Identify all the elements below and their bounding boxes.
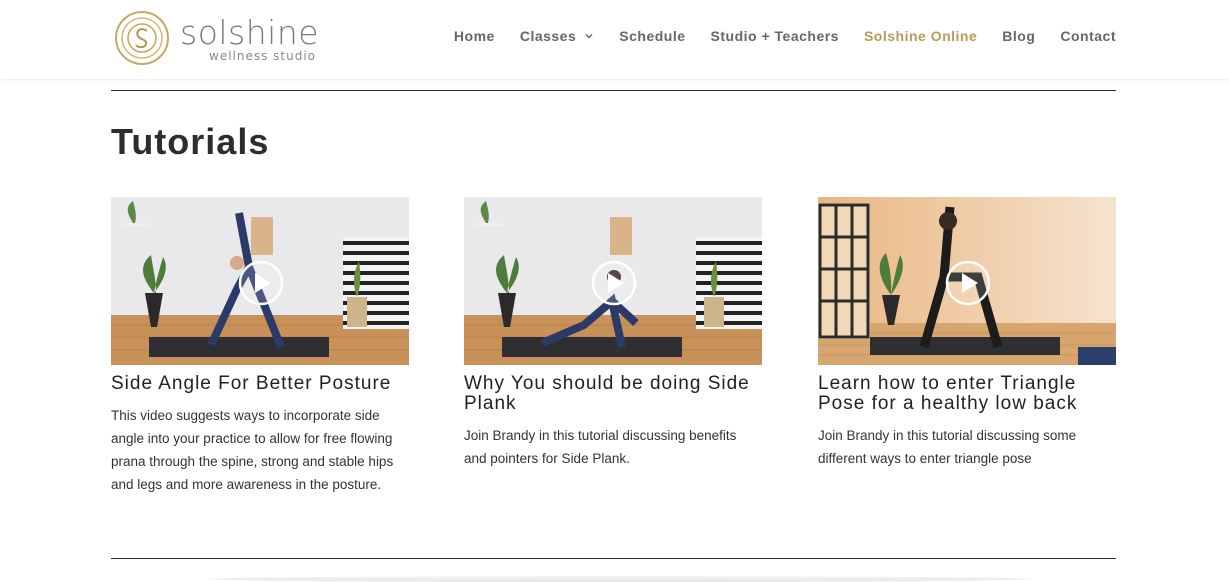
- tutorial-card: Side Angle For Better Posture This video…: [111, 197, 409, 496]
- nav-item-blog[interactable]: Blog: [1002, 28, 1035, 44]
- tutorial-description: This video suggests ways to incorporate …: [111, 408, 394, 492]
- logo[interactable]: solshine wellness studio: [114, 10, 344, 66]
- footer-shadow: [210, 576, 1030, 582]
- page-title: Tutorials: [111, 121, 270, 162]
- video-thumbnail[interactable]: [464, 197, 762, 365]
- nav-item-classes[interactable]: Classes: [520, 28, 594, 44]
- main-nav: Home Classes Schedule Studio + Teachers …: [429, 28, 1116, 44]
- nav-item-home[interactable]: Home: [454, 28, 495, 44]
- yoga-side-plank-image: [464, 197, 762, 365]
- video-thumbnail[interactable]: [111, 197, 409, 365]
- divider-top: [111, 90, 1116, 91]
- brand-tagline: wellness studio: [209, 49, 317, 63]
- yoga-side-angle-image: [111, 197, 409, 365]
- yoga-triangle-pose-image: [818, 197, 1116, 365]
- nav-item-contact[interactable]: Contact: [1060, 28, 1116, 44]
- tutorial-description: Join Brandy in this tutorial discussing …: [818, 428, 1077, 466]
- tutorial-title[interactable]: Why You should be doing Side Plank: [464, 374, 762, 414]
- nav-item-schedule[interactable]: Schedule: [619, 28, 685, 44]
- chevron-down-icon: [585, 33, 593, 39]
- nav-item-studio-teachers[interactable]: Studio + Teachers: [711, 28, 839, 44]
- sun-spiral-logo-icon: [115, 11, 169, 65]
- tutorial-description: Join Brandy in this tutorial discussing …: [464, 428, 737, 466]
- nav-item-label: Classes: [519, 28, 577, 44]
- tutorial-card: Why You should be doing Side Plank Join …: [464, 197, 762, 470]
- nav-item-solshine-online[interactable]: Solshine Online: [864, 28, 977, 44]
- tutorial-title[interactable]: Side Angle For Better Posture: [111, 374, 409, 394]
- site-header: solshine wellness studio Home Classes Sc…: [0, 0, 1229, 79]
- video-thumbnail[interactable]: [818, 197, 1116, 365]
- brand-name: solshine: [180, 13, 320, 52]
- tutorial-title[interactable]: Learn how to enter Triangle Pose for a h…: [818, 374, 1116, 414]
- tutorial-card: Learn how to enter Triangle Pose for a h…: [818, 197, 1116, 470]
- divider-bottom: [111, 558, 1116, 559]
